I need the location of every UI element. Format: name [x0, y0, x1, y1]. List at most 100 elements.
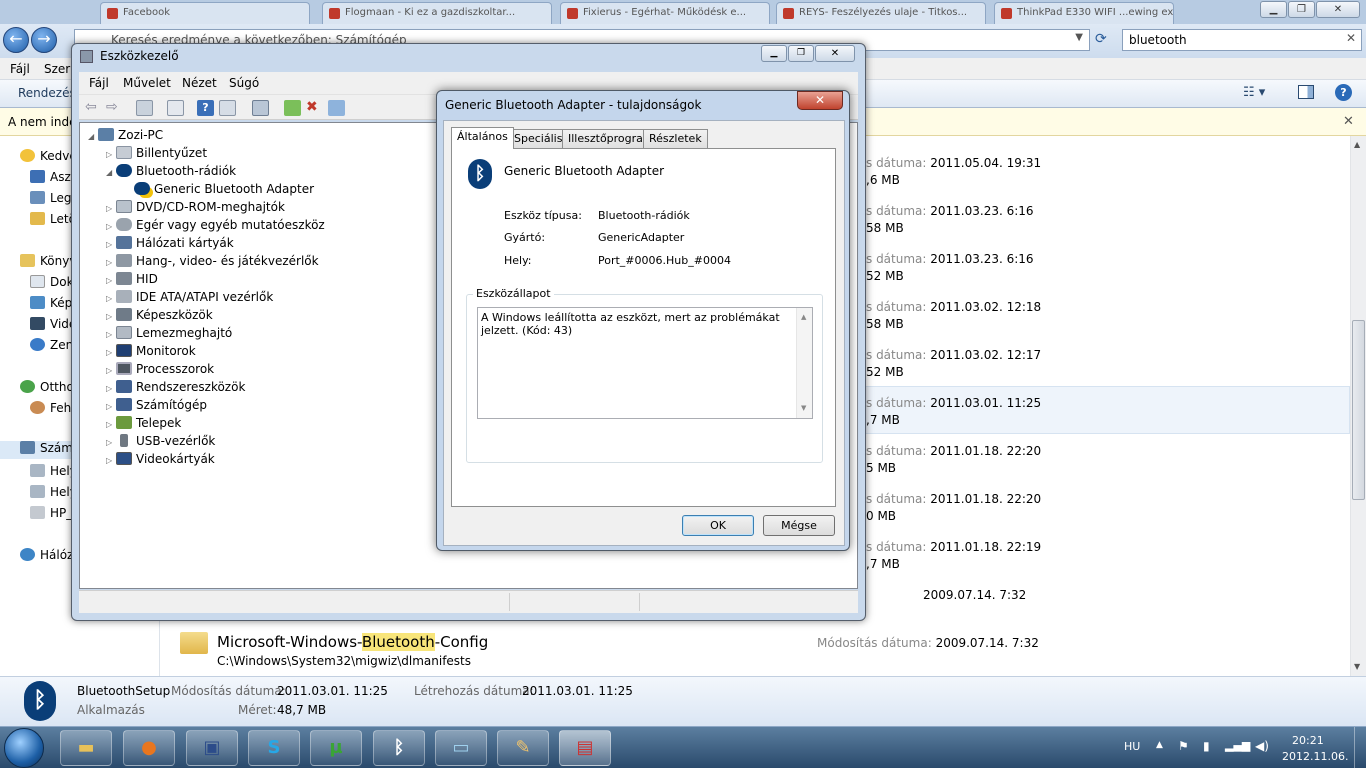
dm-menu-action[interactable]: Művelet	[123, 76, 171, 90]
tree-item[interactable]: ▷ Videokártyák	[106, 452, 215, 470]
scrollbar-thumb[interactable]	[1352, 320, 1365, 500]
chevron-down-icon[interactable]: ▼	[1075, 32, 1083, 43]
nav-music[interactable]: Zen	[30, 338, 73, 356]
result-item[interactable]: s dátuma: 2011.05.04. 19:31,6 MB	[866, 156, 1041, 187]
browser-tab[interactable]: Flogmaan - Ki ez a gazdiszkoltar...	[322, 2, 552, 24]
result-item[interactable]: s dátuma: 2011.03.23. 6:16 52 MB	[866, 252, 1034, 283]
result-item-selected[interactable]: s dátuma: 2011.03.01. 11:25,7 MB	[866, 396, 1041, 427]
close-button[interactable]: ✕	[797, 91, 843, 110]
collapse-icon[interactable]: ◢	[106, 168, 116, 177]
tree-item[interactable]: ▷ Képeszközök	[106, 308, 213, 326]
nav-homegroup-user[interactable]: Feh	[30, 401, 71, 419]
result-item[interactable]: s dátuma: 2011.03.02. 12:18 58 MB	[866, 300, 1041, 331]
result-item[interactable]: s dátuma: 2011.03.23. 6:16 58 MB	[866, 204, 1034, 235]
tree-item-bluetooth-adapter[interactable]: Generic Bluetooth Adapter	[124, 182, 314, 200]
minimize-button[interactable]: ▁	[1260, 1, 1287, 18]
update-driver-icon[interactable]	[284, 100, 301, 116]
nav-drive-2[interactable]: Hely	[30, 485, 77, 503]
clock-time[interactable]: 20:21	[1292, 734, 1324, 747]
signal-icon[interactable]: ▂▄▆	[1225, 739, 1250, 752]
enable-device-icon[interactable]	[328, 100, 345, 116]
paint-taskbar-icon[interactable]: ✎	[497, 730, 549, 766]
action-center-icon[interactable]: ⚑	[1178, 739, 1189, 753]
tab-general[interactable]: Általános	[451, 127, 514, 149]
firefox-taskbar-icon[interactable]: ●	[123, 730, 175, 766]
tree-item[interactable]: ▷ Számítógép	[106, 398, 207, 416]
nav-desktop[interactable]: Aszt	[30, 170, 75, 188]
nav-network[interactable]: Hálóz	[20, 548, 73, 566]
save-taskbar-icon[interactable]: ▣	[186, 730, 238, 766]
results-scrollbar[interactable]: ▲ ▼	[1350, 136, 1366, 676]
result-item[interactable]: s dátuma: 2011.03.02. 12:17 52 MB	[866, 348, 1041, 379]
result-item[interactable]: s dátuma: 2011.01.18. 22:20 0 MB	[866, 492, 1041, 523]
tree-item[interactable]: ▷ Rendszereszközök	[106, 380, 245, 398]
show-hide-tree-icon[interactable]	[136, 100, 153, 116]
nav-recent[interactable]: Leg	[30, 191, 71, 209]
search-input[interactable]: bluetooth ✕	[1122, 29, 1362, 51]
tray-expand-icon[interactable]: ▲	[1156, 740, 1163, 750]
nav-favorites[interactable]: Kedve	[20, 149, 77, 167]
ok-button[interactable]: OK	[682, 515, 754, 536]
expand-icon[interactable]: ▷	[106, 348, 116, 357]
dm-menu-view[interactable]: Nézet	[182, 76, 217, 90]
expand-icon[interactable]: ▷	[106, 312, 116, 321]
tree-item[interactable]: ▷ Monitorok	[106, 344, 196, 362]
nav-drive-3[interactable]: HP_	[30, 506, 72, 524]
expand-icon[interactable]: ▷	[106, 150, 116, 159]
result-item-bluetooth-config[interactable]: Microsoft-Windows-Bluetooth-Config C:\Wi…	[160, 624, 1350, 674]
device-status-textbox[interactable]: A Windows leállította az eszközt, mert a…	[477, 307, 813, 419]
nav-pictures[interactable]: Kép	[30, 296, 72, 314]
browser-tab[interactable]: REYS- Feszélyezés ulaje - Titkos...	[776, 2, 986, 24]
tree-item[interactable]: ▷ DVD/CD-ROM-meghajtók	[106, 200, 285, 218]
expand-icon[interactable]: ▷	[106, 384, 116, 393]
view-icon[interactable]	[219, 100, 236, 116]
dm-maximize-button[interactable]: ❐	[788, 45, 814, 62]
device-manager-taskbar-icon[interactable]: ▤	[559, 730, 611, 766]
dm-minimize-button[interactable]: ▁	[761, 45, 787, 62]
forward-icon[interactable]: ⇨	[106, 100, 123, 116]
tree-item[interactable]: ▷ Lemezmeghajtó	[106, 326, 232, 344]
browser-tab[interactable]: ThinkPad E330 WIFI ...ewing ex...	[994, 2, 1174, 24]
organize-button[interactable]: Rendezés	[18, 86, 76, 100]
expand-icon[interactable]: ▷	[106, 294, 116, 303]
expand-icon[interactable]: ▷	[106, 222, 116, 231]
dm-menu-help[interactable]: Súgó	[229, 76, 259, 90]
expand-icon[interactable]: ▷	[106, 330, 116, 339]
expand-icon[interactable]: ▷	[106, 276, 116, 285]
result-item[interactable]: 2009.07.14. 7:32	[923, 588, 1026, 602]
close-button[interactable]: ✕	[1316, 1, 1360, 18]
tree-item[interactable]: ▷ Hálózati kártyák	[106, 236, 234, 254]
tree-item[interactable]: ▷ Hang-, video- és játékvezérlők	[106, 254, 319, 272]
expand-icon[interactable]: ▷	[106, 438, 116, 447]
result-item[interactable]: s dátuma: 2011.01.18. 22:20 5 MB	[866, 444, 1041, 475]
help-icon[interactable]: ?	[197, 100, 214, 116]
scroll-down-icon[interactable]: ▼	[801, 402, 806, 415]
tree-item[interactable]: ◢ Bluetooth-rádiók	[106, 164, 236, 182]
tree-item[interactable]: ▷ Billentyűzet	[106, 146, 207, 164]
expand-icon[interactable]: ▷	[106, 366, 116, 375]
browser-tab[interactable]: Facebook	[100, 2, 310, 24]
expand-icon[interactable]: ▷	[106, 240, 116, 249]
back-icon[interactable]: ⇦	[85, 100, 102, 116]
nav-downloads[interactable]: Letö	[30, 212, 76, 230]
tree-item[interactable]: ▷ HID	[106, 272, 158, 290]
utorrent-taskbar-icon[interactable]: µ	[310, 730, 362, 766]
expand-icon[interactable]: ▷	[106, 258, 116, 267]
nav-documents[interactable]: Dok	[30, 275, 74, 293]
preview-pane-icon[interactable]	[1298, 85, 1314, 99]
nav-videos[interactable]: Vide	[30, 317, 76, 335]
clear-search-icon[interactable]: ✕	[1346, 31, 1356, 45]
skype-taskbar-icon[interactable]: S	[248, 730, 300, 766]
tab-advanced[interactable]: Speciális	[508, 129, 569, 148]
nav-homegroup[interactable]: Ottho	[20, 380, 74, 398]
scroll-up-icon[interactable]: ▲	[801, 311, 806, 324]
browser-tab[interactable]: Fixierus - Egérhat- Működésk e...	[560, 2, 770, 24]
nav-libraries[interactable]: Könyv	[20, 254, 76, 272]
help-icon[interactable]: ?	[1335, 84, 1352, 101]
uninstall-icon[interactable]: ✖	[306, 100, 323, 116]
cancel-button[interactable]: Mégse	[763, 515, 835, 536]
result-item[interactable]: s dátuma: 2011.01.18. 22:19,7 MB	[866, 540, 1041, 571]
expand-icon[interactable]: ▷	[106, 204, 116, 213]
dm-menu-file[interactable]: Fájl	[89, 76, 109, 90]
battery-icon[interactable]: ▮	[1203, 739, 1210, 753]
